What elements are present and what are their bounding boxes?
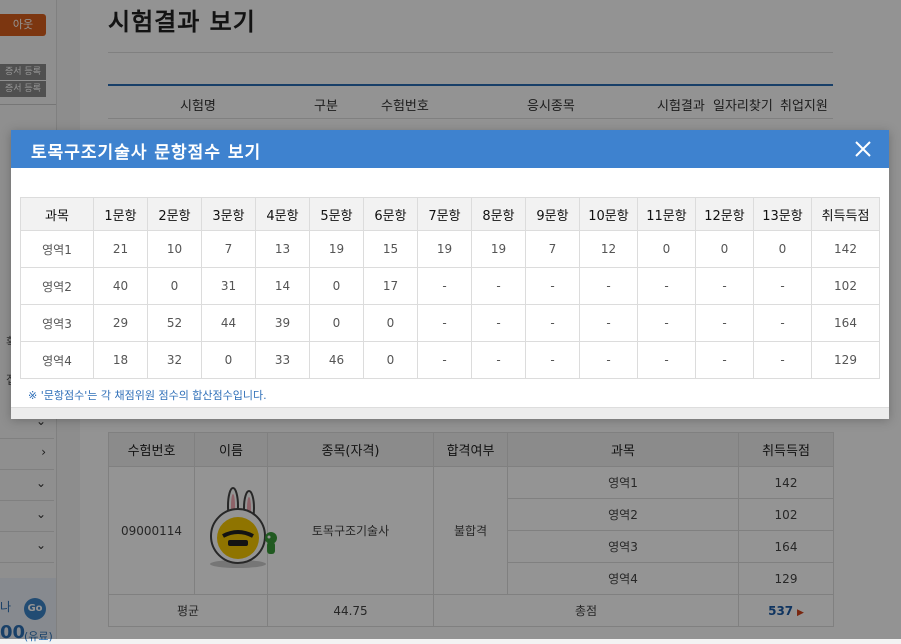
column-header: 과목 (20, 197, 94, 231)
column-header: 2문항 (147, 197, 202, 231)
column-header: 5문항 (309, 197, 364, 231)
subject-cell: 영역3 (20, 304, 94, 342)
question-score-cell: - (471, 267, 526, 305)
modal-footer (11, 407, 889, 419)
question-score-table: 과목 1문항 2문항 3문항 4문항 5문항 6문항 7문항 8문항 9문항 10문항 11문항 12문… (20, 197, 880, 379)
question-score-cell: 0 (753, 230, 812, 268)
question-score-cell: - (471, 341, 526, 379)
question-score-cell: - (471, 304, 526, 342)
question-score-cell: 12 (579, 230, 638, 268)
subject-cell: 영역4 (20, 341, 94, 379)
modal-body: 과목 1문항 2문항 3문항 4문항 5문항 6문항 7문항 8문항 9문항 10문항 11문항 12문… (11, 168, 889, 407)
question-score-cell: 0 (147, 267, 202, 305)
subject-cell: 영역2 (20, 267, 94, 305)
score-note: ※ '문항점수'는 각 채점위원 점수의 합산점수입니다. (28, 389, 267, 402)
question-score-cell: 52 (147, 304, 202, 342)
table-row: 영역1 21 10 7 13 19 15 19 19 7 12 0 0 0 142 (20, 230, 880, 268)
question-score-cell: - (637, 267, 696, 305)
column-header: 12문항 (695, 197, 754, 231)
question-score-cell: 33 (255, 341, 310, 379)
question-score-cell: - (417, 267, 472, 305)
question-score-cell: 17 (363, 267, 418, 305)
modal-header: 토목구조기술사 문항점수 보기 (11, 130, 889, 168)
question-score-cell: 7 (525, 230, 580, 268)
question-score-cell: - (525, 341, 580, 379)
question-score-cell: - (525, 304, 580, 342)
question-score-cell: 7 (201, 230, 256, 268)
question-score-cell: 0 (363, 341, 418, 379)
question-score-cell: - (579, 267, 638, 305)
question-score-cell: 0 (309, 267, 364, 305)
subject-cell: 영역1 (20, 230, 94, 268)
total-score-cell: 164 (811, 304, 880, 342)
question-score-cell: 0 (201, 341, 256, 379)
question-score-cell: - (695, 267, 754, 305)
column-header: 11문항 (637, 197, 696, 231)
column-header: 13문항 (753, 197, 812, 231)
modal-title: 토목구조기술사 문항점수 보기 (31, 143, 262, 163)
question-score-modal: 토목구조기술사 문항점수 보기 과목 1문항 2문항 3문항 4문항 5문항 6문항 7문항 8… (11, 130, 889, 419)
question-score-cell: - (525, 267, 580, 305)
question-score-cell: 21 (93, 230, 148, 268)
question-score-cell: 10 (147, 230, 202, 268)
question-score-cell: 0 (695, 230, 754, 268)
question-score-cell: - (417, 341, 472, 379)
table-row: 영역2 40 0 31 14 0 17- - - - - - -102 (20, 267, 880, 305)
question-score-cell: 31 (201, 267, 256, 305)
question-score-cell: 18 (93, 341, 148, 379)
total-score-cell: 142 (811, 230, 880, 268)
close-icon[interactable] (854, 140, 872, 158)
question-score-cell: 0 (309, 304, 364, 342)
column-header: 9문항 (525, 197, 580, 231)
question-score-cell: - (753, 304, 812, 342)
column-header: 8문항 (471, 197, 526, 231)
table-body: 영역1 21 10 7 13 19 15 19 19 7 12 0 0 0 142 영역2 40 0 31 14 0 17… (20, 230, 880, 379)
column-header: 취득득점 (811, 197, 880, 231)
question-score-cell: 15 (363, 230, 418, 268)
column-header: 7문항 (417, 197, 472, 231)
question-score-cell: - (579, 341, 638, 379)
question-score-cell: 29 (93, 304, 148, 342)
question-score-cell: - (637, 341, 696, 379)
table-header-row: 과목 1문항 2문항 3문항 4문항 5문항 6문항 7문항 8문항 9문항 10문항 11문항 12문… (20, 197, 880, 231)
question-score-cell: 0 (363, 304, 418, 342)
table-row: 영역4 18 32 0 33 46 0- - - - - - -129 (20, 341, 880, 379)
question-score-cell: - (753, 341, 812, 379)
question-score-cell: 0 (637, 230, 696, 268)
table-row: 영역3 29 52 44 39 0 0- - - - - - -164 (20, 304, 880, 342)
question-score-cell: - (695, 304, 754, 342)
question-score-cell: - (417, 304, 472, 342)
question-score-cell: 44 (201, 304, 256, 342)
column-header: 4문항 (255, 197, 310, 231)
question-score-cell: 19 (417, 230, 472, 268)
total-score-cell: 102 (811, 267, 880, 305)
question-score-cell: 14 (255, 267, 310, 305)
question-score-cell: 13 (255, 230, 310, 268)
column-header: 10문항 (579, 197, 638, 231)
question-score-cell: 39 (255, 304, 310, 342)
question-score-cell: 46 (309, 341, 364, 379)
question-score-cell: 19 (471, 230, 526, 268)
question-score-cell: - (637, 304, 696, 342)
total-score-cell: 129 (811, 341, 880, 379)
question-score-cell: - (695, 341, 754, 379)
question-score-cell: - (753, 267, 812, 305)
column-header: 3문항 (201, 197, 256, 231)
question-score-cell: - (579, 304, 638, 342)
column-header: 6문항 (363, 197, 418, 231)
question-score-cell: 32 (147, 341, 202, 379)
column-header: 1문항 (93, 197, 148, 231)
question-score-cell: 19 (309, 230, 364, 268)
question-score-cell: 40 (93, 267, 148, 305)
